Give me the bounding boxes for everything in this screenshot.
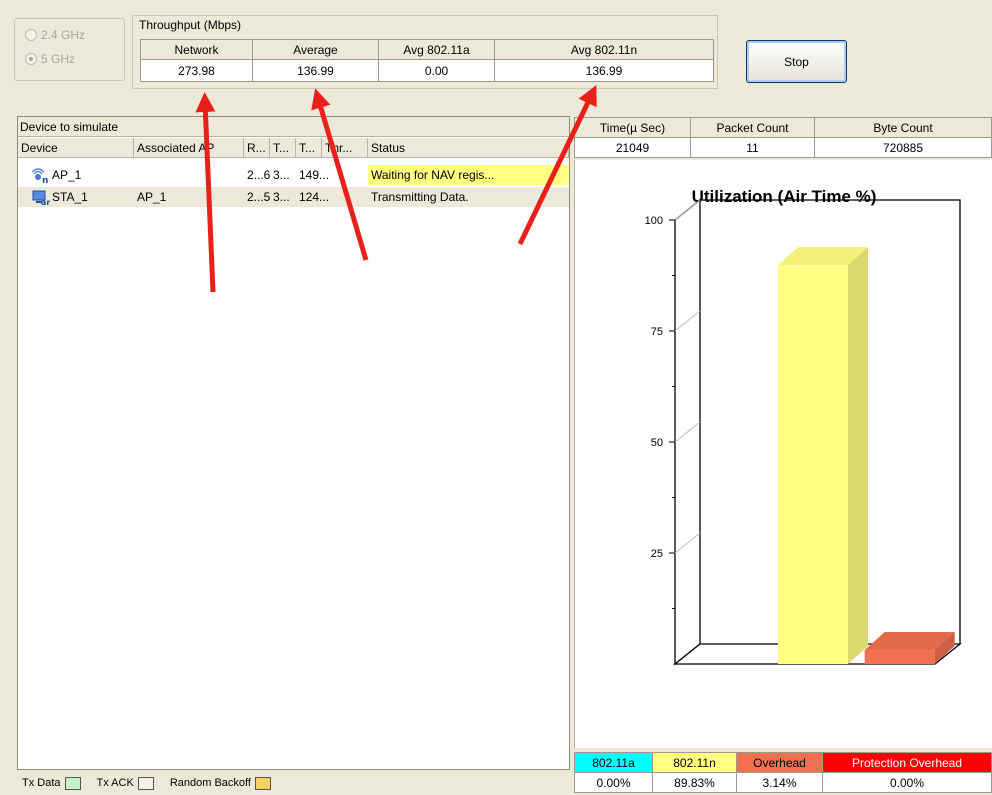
header-packet-count: Packet Count (690, 117, 815, 138)
station-computer-icon: an (32, 190, 50, 206)
cell-device: n AP_1 (18, 165, 134, 185)
device-list-header: Device Associated AP R... T... T... Thr.… (18, 138, 569, 158)
legend-random-backoff-swatch (254, 776, 271, 790)
bar-802.11n-front (778, 265, 848, 664)
col-device[interactable]: Device (18, 138, 134, 158)
stats-table: Time(µ Sec) Packet Count Byte Count 2104… (574, 117, 992, 158)
cell-t2: 149... (299, 168, 330, 182)
chart-title: Utilization (Air Time %) (692, 187, 877, 206)
legend-tx-ack-label: Tx ACK (96, 777, 134, 789)
device-name: STA_1 (52, 190, 88, 204)
legend-strip: Tx Data Tx ACK Random Backoff (17, 771, 570, 795)
device-name: AP_1 (52, 168, 82, 182)
bar-Overhead-front (864, 650, 935, 664)
header-avg-80211a: Avg 802.11a (378, 39, 495, 60)
utilization-table: 802.11a 802.11n Overhead Protection Over… (574, 752, 992, 793)
col-r[interactable]: R... (244, 138, 270, 158)
header-time: Time(µ Sec) (574, 117, 691, 138)
legend-tx-data-label: Tx Data (22, 777, 61, 789)
legend-random-backoff-label: Random Backoff (169, 777, 251, 789)
col-status[interactable]: Status (368, 138, 569, 158)
cell-t1: 3... (273, 168, 290, 182)
radio-5-ghz[interactable]: 5 GHz (25, 52, 75, 66)
y-tick-label: 100 (645, 215, 663, 227)
cell-status: Waiting for NAV regis... (368, 165, 569, 185)
cell-t2: 124... (299, 190, 330, 204)
svg-text:an: an (41, 198, 50, 206)
throughput-title: Throughput (Mbps) (139, 18, 242, 32)
y-tick-label: 75 (651, 326, 663, 338)
util-label-80211n: 802.11n (652, 752, 737, 773)
radio-circle[interactable] (25, 29, 37, 41)
value-average: 136.99 (252, 59, 379, 82)
legend-tx-ack-swatch (137, 776, 154, 790)
col-throughput[interactable]: Thr... (322, 138, 368, 158)
cell-device: an STA_1 (18, 187, 134, 207)
value-byte-count: 720885 (814, 137, 992, 158)
y-tick-label: 50 (651, 437, 663, 449)
cell-ap: AP_1 (137, 190, 167, 204)
header-network: Network (140, 39, 253, 60)
value-time: 21049 (574, 137, 691, 158)
access-point-icon: n (32, 168, 48, 184)
value-packet-count: 11 (690, 137, 815, 158)
util-value-80211n: 89.83% (652, 772, 737, 793)
table-row[interactable]: an STA_1 AP_1 2...5 3... 124... Transmit… (18, 187, 569, 207)
table-row[interactable]: n AP_1 2...6 3... 149... Waiting for NAV… (18, 165, 569, 185)
value-avg-80211n: 136.99 (494, 59, 714, 82)
utilization-chart-area: Utilization (Air Time %) 25 50 75 100 (574, 160, 992, 748)
util-value-80211a: 0.00% (574, 772, 653, 793)
panel-caption: Device to simulate (18, 117, 569, 137)
legend-tx-data-swatch (64, 776, 81, 790)
utilization-chart: Utilization (Air Time %) 25 50 75 100 (645, 187, 962, 666)
util-label-overhead: Overhead (736, 752, 823, 773)
util-value-overhead: 3.14% (736, 772, 823, 793)
util-label-80211a: 802.11a (574, 752, 653, 773)
value-avg-80211a: 0.00 (378, 59, 495, 82)
col-associated-ap[interactable]: Associated AP (134, 138, 244, 158)
cell-ap (134, 165, 244, 185)
radio-label: 2.4 GHz (41, 28, 86, 42)
util-value-protection-overhead: 0.00% (822, 772, 992, 793)
throughput-table: Network Average Avg 802.11a Avg 802.11n … (140, 39, 714, 82)
bar-802.11n-side (848, 247, 868, 665)
header-avg-80211n: Avg 802.11n (494, 39, 714, 60)
col-t1[interactable]: T... (270, 138, 296, 158)
band-group: 2.4 GHz 5 GHz (14, 18, 125, 81)
col-t2[interactable]: T... (296, 138, 322, 158)
device-panel: Device to simulate Device Associated AP … (17, 116, 570, 770)
cell-r: 2...6 (247, 168, 270, 182)
stop-button[interactable]: Stop (746, 40, 847, 83)
radio-circle-selected[interactable] (25, 53, 37, 65)
header-byte-count: Byte Count (814, 117, 992, 138)
y-tick-label: 25 (651, 548, 663, 560)
cell-r: 2...5 (247, 190, 270, 204)
cell-t1: 3... (273, 190, 290, 204)
radio-2-4-ghz[interactable]: 2.4 GHz (25, 28, 85, 42)
header-average: Average (252, 39, 379, 60)
radio-label: 5 GHz (41, 52, 76, 66)
svg-text:n: n (42, 176, 48, 184)
value-network: 273.98 (140, 59, 253, 82)
util-label-protection-overhead: Protection Overhead (822, 752, 992, 773)
throughput-group: Throughput (Mbps) Network Average Avg 80… (132, 15, 718, 89)
cell-status: Transmitting Data. (371, 190, 469, 204)
